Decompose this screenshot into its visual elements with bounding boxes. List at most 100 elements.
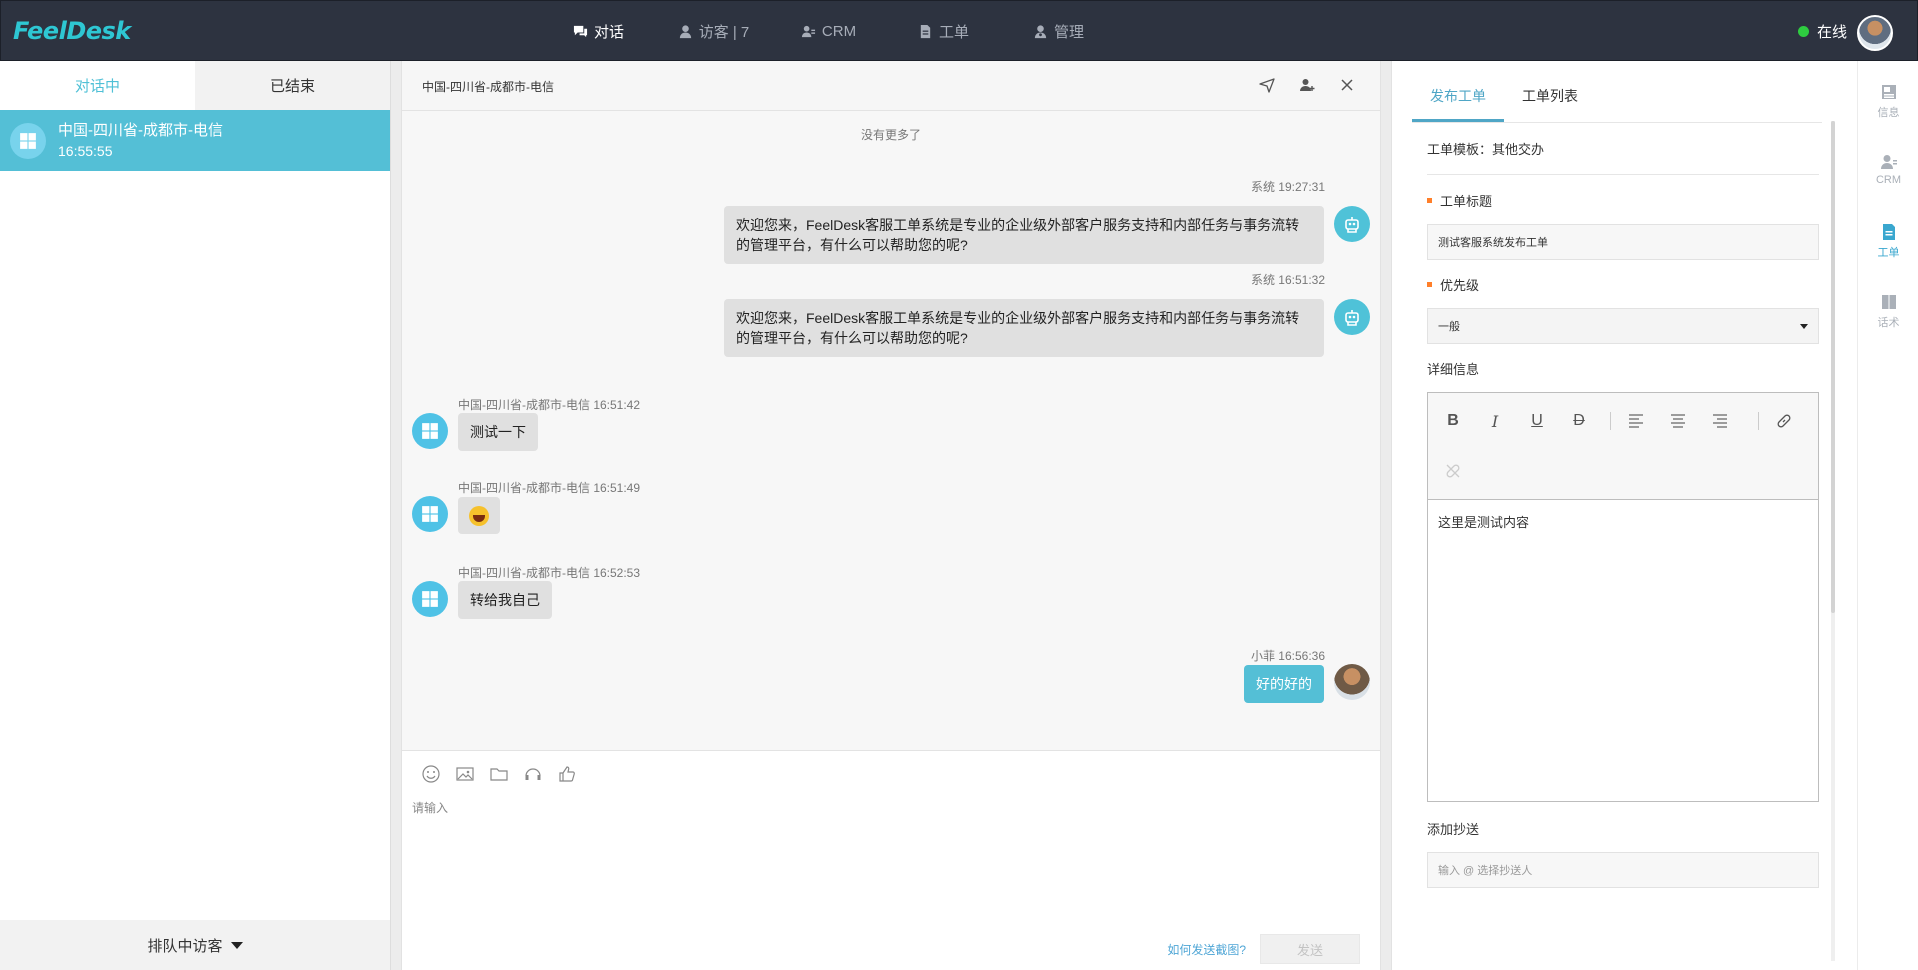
visitor-avatar: [10, 122, 46, 159]
message-meta: 中国-四川省-成都市-电信 16:51:49: [458, 481, 641, 495]
status-label: 在线: [1816, 24, 1847, 41]
priority-select[interactable]: 一般: [1427, 308, 1819, 344]
underline-icon[interactable]: U: [1526, 410, 1548, 432]
tab-in-conversation[interactable]: 对话中: [0, 61, 195, 110]
user-avatar[interactable]: [1857, 15, 1893, 51]
unlink-icon[interactable]: [1442, 460, 1464, 482]
nav-admin[interactable]: 管理: [1001, 1, 1116, 62]
detail-label: 详细信息: [1427, 361, 1480, 377]
chat-header: 中国-四川省-成都市-电信: [402, 61, 1380, 111]
ticket-title-input[interactable]: 测试客服系统发布工单: [1427, 224, 1819, 260]
nav-admin-label: 管理: [1053, 24, 1084, 41]
thumbs-up-icon: [559, 766, 575, 782]
visitor-icon: [679, 25, 691, 39]
nav-tickets-label: 工单: [938, 24, 969, 41]
image-icon: [456, 767, 474, 781]
required-marker: [1427, 281, 1432, 287]
windows-icon: [422, 506, 438, 522]
message-input[interactable]: 请输入: [412, 799, 448, 816]
dropdown-arrow-icon: [1800, 324, 1808, 329]
emoji-button[interactable]: [420, 763, 442, 785]
no-more-messages: 没有更多了: [860, 128, 921, 142]
align-center-icon[interactable]: [1667, 410, 1689, 432]
italic-icon[interactable]: I: [1484, 410, 1506, 432]
ticket-panel: 发布工单 工单列表 工单模板：其他交办 工单标题 测试客服系统发布工单 优先级 …: [1391, 61, 1857, 970]
transfer-human-button[interactable]: [522, 763, 544, 785]
message-text-line: 欢迎您来，FeelDesk客服工单系统是专业的企业级外部客户服务支持和内部任务与…: [736, 217, 1300, 233]
evaluate-button[interactable]: [556, 763, 578, 785]
agent-avatar: [1334, 664, 1370, 700]
bold-icon[interactable]: B: [1442, 410, 1464, 432]
ticket-title-label: 工单标题: [1427, 190, 1819, 210]
how-to-screenshot-link[interactable]: 如何发送截图?: [1167, 941, 1246, 958]
ticket-icon: [1882, 224, 1895, 240]
tab-publish-ticket[interactable]: 发布工单: [1412, 86, 1504, 122]
main-nav: 对话 访客 | 7 CRM 工单 管理: [541, 1, 1116, 62]
session-item[interactable]: 中国-四川省-成都市-电信 16:55:55: [0, 110, 390, 171]
windows-icon: [422, 423, 438, 439]
close-chat-button[interactable]: [1338, 76, 1356, 94]
caret-down-icon: [230, 941, 243, 949]
chat-panel: 中国-四川省-成都市-电信 没有更多了 系统 19:27:31 欢迎您来，Fee…: [401, 61, 1381, 970]
user-add-icon: [1300, 79, 1315, 91]
file-button[interactable]: [488, 763, 510, 785]
windows-icon: [20, 132, 36, 149]
cc-label: 添加抄送: [1427, 821, 1480, 837]
queue-label: 排队中访客: [147, 937, 223, 955]
app-logo[interactable]: FeelDesk: [13, 17, 131, 45]
ticket-template[interactable]: 工单模板：其他交办: [1427, 123, 1819, 175]
add-to-crm-button[interactable]: [1298, 76, 1316, 94]
nav-visitors-label: 访客 | 7: [698, 24, 750, 41]
strikethrough-icon[interactable]: D: [1568, 410, 1590, 432]
visitor-avatar: [412, 413, 448, 449]
windows-icon: [422, 591, 438, 607]
rail-ticket[interactable]: 工单: [1858, 223, 1918, 260]
laughing-emoji-icon: [469, 506, 489, 527]
rail-info[interactable]: 信息: [1858, 83, 1918, 120]
rail-scripts[interactable]: 话术: [1858, 293, 1918, 330]
rail-crm-label: CRM: [1875, 174, 1902, 186]
side-rail: 信息 CRM 工单 话术: [1857, 61, 1918, 970]
crm-icon: [1880, 155, 1897, 169]
rail-ticket-label: 工单: [1877, 247, 1900, 259]
nav-chat[interactable]: 对话: [541, 1, 656, 62]
priority-label: 优先级: [1427, 274, 1819, 294]
cc-input[interactable]: 输入 @ 选择抄送人: [1427, 852, 1819, 888]
editor-content[interactable]: 这里是测试内容: [1428, 500, 1818, 543]
message-meta: 中国-四川省-成都市-电信 16:51:42: [458, 398, 641, 412]
robot-icon: [1345, 217, 1359, 233]
close-icon: [1341, 79, 1353, 91]
queue-visitors-toggle[interactable]: 排队中访客: [0, 920, 390, 970]
tab-ticket-list[interactable]: 工单列表: [1504, 86, 1596, 122]
message-text-line: 的管理平台，有什么可以帮助您的呢?: [736, 330, 968, 346]
message-list[interactable]: 没有更多了 系统 19:27:31 欢迎您来，FeelDesk客服工单系统是专业…: [402, 111, 1380, 801]
image-button[interactable]: [454, 763, 476, 785]
link-icon[interactable]: [1773, 410, 1795, 432]
chat-icon: [573, 25, 588, 38]
composer-toolbar: [420, 763, 578, 785]
align-left-icon[interactable]: [1625, 410, 1647, 432]
message-composer: 请输入 如何发送截图? 发送: [402, 750, 1380, 970]
smile-icon: [422, 765, 440, 783]
transfer-button[interactable]: [1258, 76, 1276, 94]
nav-crm[interactable]: CRM: [771, 1, 886, 62]
align-right-icon[interactable]: [1709, 410, 1731, 432]
message-meta: 中国-四川省-成都市-电信 16:52:53: [458, 566, 641, 580]
rail-crm[interactable]: CRM: [1858, 153, 1918, 186]
message-meta: 系统 16:51:32: [1250, 273, 1325, 287]
online-status[interactable]: 在线: [1797, 21, 1847, 42]
tab-ended[interactable]: 已结束: [195, 61, 390, 110]
headset-icon: [525, 768, 541, 780]
editor-toolbar: B I U D: [1428, 393, 1818, 500]
message-bubble: 欢迎您来，FeelDesk客服工单系统是专业的企业级外部客户服务支持和内部任务与…: [724, 299, 1324, 357]
ticket-icon: [920, 24, 931, 39]
session-title: 中国-四川省-成都市-电信: [58, 121, 223, 139]
nav-visitors[interactable]: 访客 | 7: [656, 1, 771, 62]
message-bubble: 欢迎您来，FeelDesk客服工单系统是专业的企业级外部客户服务支持和内部任务与…: [724, 206, 1324, 264]
nav-tickets[interactable]: 工单: [886, 1, 1001, 62]
send-button[interactable]: 发送: [1260, 934, 1360, 964]
priority-label-text: 优先级: [1440, 277, 1480, 293]
priority-value: 一般: [1438, 321, 1460, 333]
scrollbar-thumb[interactable]: [1831, 121, 1835, 613]
info-icon: [1881, 85, 1896, 99]
